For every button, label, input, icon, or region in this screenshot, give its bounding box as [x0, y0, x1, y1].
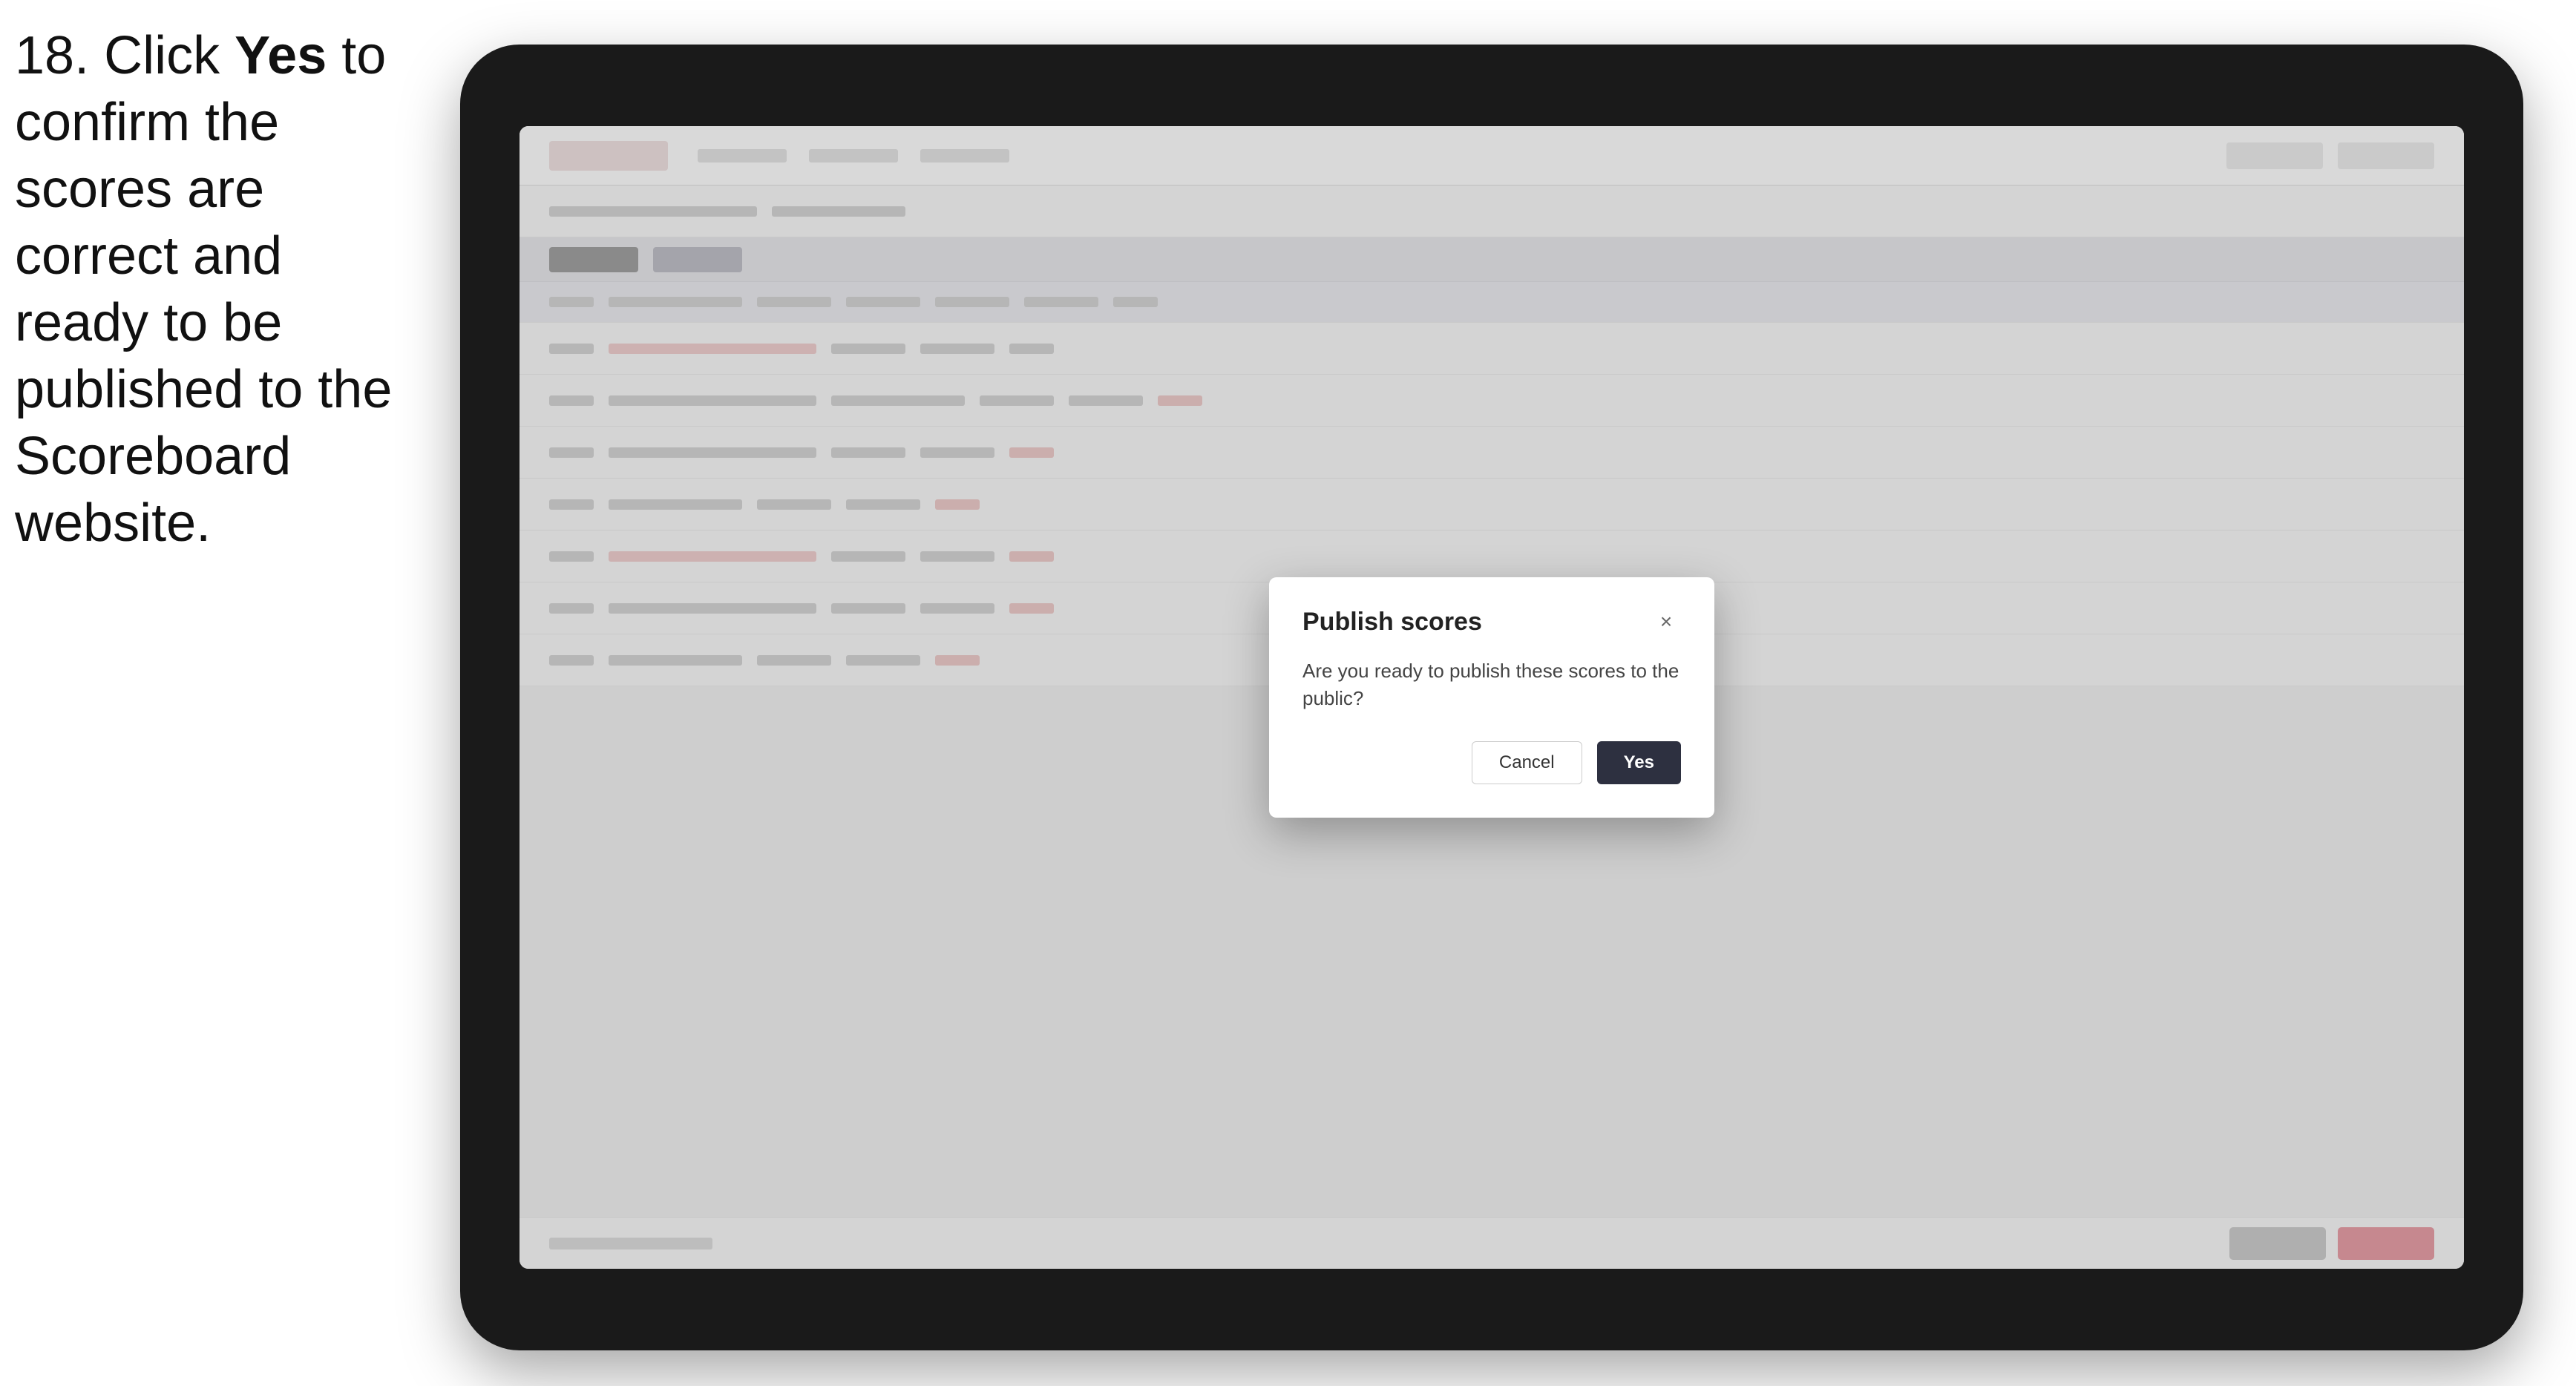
yes-button[interactable]: Yes: [1597, 741, 1681, 784]
dialog-title: Publish scores: [1302, 608, 1482, 637]
dialog-header: Publish scores ×: [1302, 607, 1681, 637]
publish-scores-dialog: Publish scores × Are you ready to publis…: [1269, 577, 1714, 818]
modal-overlay: Publish scores × Are you ready to publis…: [520, 126, 2464, 1269]
instruction-text-part1: Click: [89, 26, 235, 85]
tablet-device: Publish scores × Are you ready to publis…: [460, 45, 2523, 1350]
dialog-close-button[interactable]: ×: [1651, 607, 1681, 637]
instruction-text-part2: to confirm the scores are correct and re…: [15, 26, 392, 553]
bold-yes: Yes: [235, 26, 327, 85]
step-number: 18.: [15, 26, 89, 85]
tablet-screen: Publish scores × Are you ready to publis…: [520, 126, 2464, 1269]
dialog-body: Are you ready to publish these scores to…: [1302, 657, 1681, 712]
dialog-message: Are you ready to publish these scores to…: [1302, 657, 1681, 712]
instruction-text: 18. Click Yes to confirm the scores are …: [15, 22, 430, 556]
dialog-footer: Cancel Yes: [1302, 741, 1681, 784]
cancel-button[interactable]: Cancel: [1472, 741, 1582, 784]
